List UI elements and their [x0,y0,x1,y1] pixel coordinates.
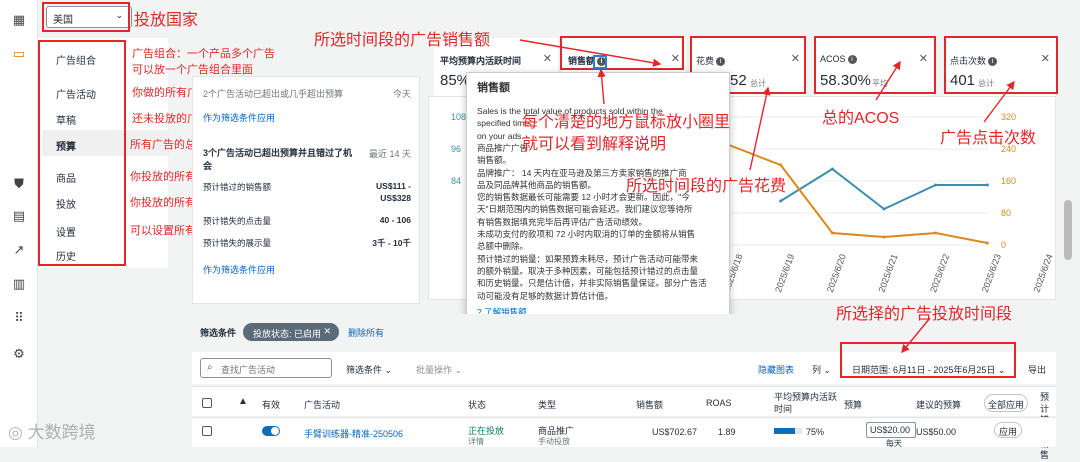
arrow-spend [749,86,771,171]
watermark-text: 大数跨境 [27,423,96,442]
arrow-info [597,68,606,105]
annotation-arrows [519,39,1015,354]
arrow-clicks [983,80,1015,123]
arrow-sales [519,39,662,67]
arrow-acos [875,60,901,101]
watermark-icon: ◎ [8,423,23,442]
watermark-logo: ◎ 大数跨境 [8,418,96,443]
arrow-date-range [901,317,931,354]
